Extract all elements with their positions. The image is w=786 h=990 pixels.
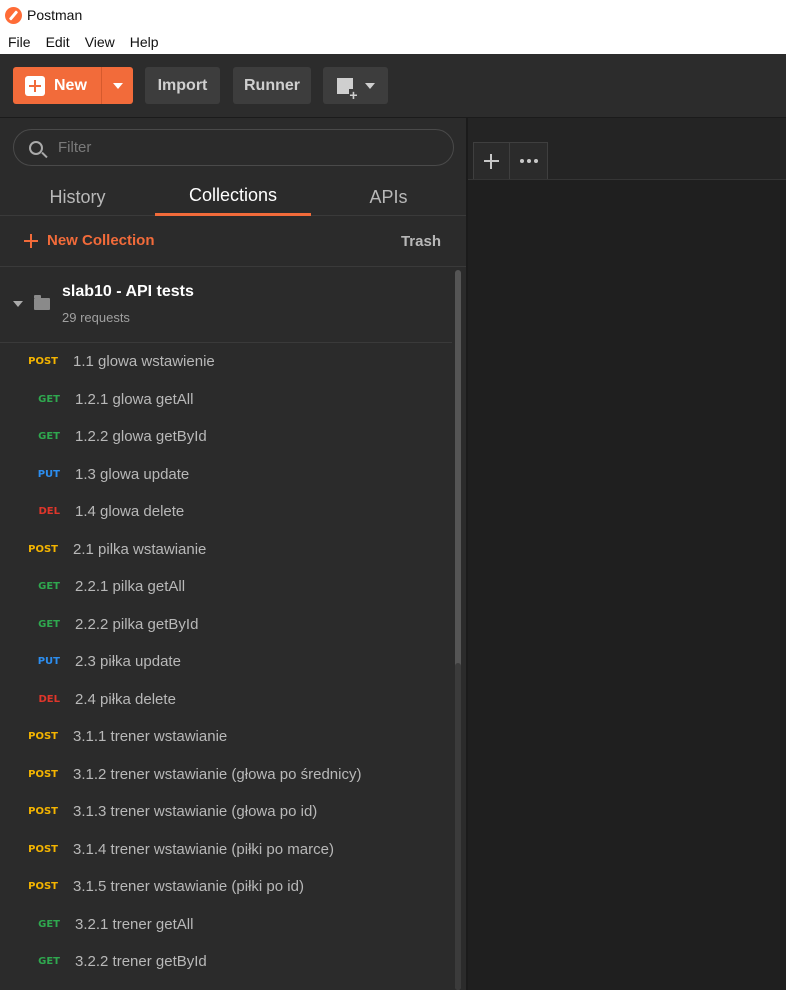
tab-history[interactable]: History [0, 178, 155, 216]
menu-view[interactable]: View [85, 34, 115, 50]
tab-collections[interactable]: Collections [155, 178, 311, 216]
method-badge: POST [28, 543, 58, 555]
more-tabs-button[interactable] [510, 142, 548, 179]
dot-icon [519, 159, 524, 163]
menu-bar: File Edit View Help [0, 30, 786, 54]
sidebar-tabs: History Collections APIs [0, 178, 466, 216]
method-badge: POST [28, 731, 58, 743]
request-name: 3.1.1 trener wstawianie [73, 728, 228, 746]
method-badge: PUT [37, 656, 60, 668]
collection-actions: New Collection Trash [0, 217, 466, 267]
chevron-down-icon [112, 82, 123, 89]
request-item[interactable]: GET 3.2.1 trener getAll [0, 906, 452, 944]
filter-field[interactable] [13, 129, 454, 166]
collection-name: slab10 - API tests [62, 283, 194, 300]
folder-icon [34, 295, 50, 310]
sidebar: History Collections APIs New Collection … [0, 118, 466, 990]
title-bar: Postman [0, 0, 786, 30]
new-button[interactable]: New [13, 67, 133, 104]
collapse-caret-icon[interactable] [13, 301, 23, 307]
request-item[interactable]: POST 3.1.3 trener wstawianie (głowa po id… [0, 793, 452, 831]
request-name: 2.1 pilka wstawianie [73, 540, 207, 558]
request-item[interactable]: GET 1.2.2 glowa getById [0, 418, 452, 456]
toolbar: New Import Runner [0, 54, 786, 118]
request-name: 3.1.2 trener wstawianie (głowa po średni… [73, 765, 362, 783]
request-list: POST 1.1 glowa wstawienie GET 1.2.1 glowa g… [0, 343, 452, 981]
request-item[interactable]: POST 3.1.4 trener wstawianie (piłki po ma… [0, 831, 452, 869]
request-item[interactable]: GET 2.2.1 pilka getAll [0, 568, 452, 606]
dot-icon [526, 159, 531, 163]
request-item[interactable]: POST 3.1.1 trener wstawianie [0, 718, 452, 756]
postman-logo-icon [5, 6, 22, 24]
request-name: 1.1 glowa wstawienie [73, 353, 215, 371]
runner-button[interactable]: Runner [233, 67, 311, 104]
method-badge: DEL [38, 693, 60, 705]
request-name: 1.4 glowa delete [75, 503, 185, 521]
import-button[interactable]: Import [145, 67, 220, 104]
method-badge: POST [28, 881, 58, 893]
request-item[interactable]: GET 3.2.2 trener getById [0, 943, 452, 981]
method-badge: GET [38, 393, 60, 405]
request-name: 3.1.4 trener wstawianie (piłki po marce) [73, 840, 334, 858]
request-item[interactable]: POST 3.1.5 trener wstawianie (piłki po id… [0, 868, 452, 906]
method-badge: GET [38, 956, 60, 968]
tab-apis[interactable]: APIs [311, 178, 466, 216]
request-name: 2.2.1 pilka getAll [75, 578, 186, 596]
request-item[interactable]: GET 1.2.1 glowa getAll [0, 381, 452, 419]
plus-icon [484, 153, 499, 169]
method-badge: GET [38, 918, 60, 930]
window-title: Postman [27, 7, 83, 23]
new-collection-button[interactable]: New Collection [24, 232, 155, 249]
request-item[interactable]: GET 2.2.2 pilka getById [0, 606, 452, 644]
request-item[interactable]: POST 1.1 glowa wstawienie [0, 343, 452, 381]
request-item[interactable]: PUT 1.3 glowa update [0, 456, 452, 494]
request-item[interactable]: POST 2.1 pilka wstawianie [0, 531, 452, 569]
request-tab-bar [468, 118, 786, 180]
method-badge: POST [28, 843, 58, 855]
collection-request-count: 29 requests [62, 310, 130, 325]
sidebar-scrollbar-track[interactable] [455, 663, 461, 990]
method-badge: POST [28, 806, 58, 818]
new-collection-label: New Collection [47, 232, 155, 249]
plus-box-icon [25, 75, 45, 96]
request-name: 3.2.2 trener getById [75, 953, 207, 971]
search-icon [29, 140, 43, 155]
main-area [468, 118, 786, 990]
request-item[interactable]: DEL 2.4 piłka delete [0, 681, 452, 719]
menu-help[interactable]: Help [130, 34, 159, 50]
plus-icon [24, 233, 38, 248]
request-name: 1.3 glowa update [75, 465, 190, 483]
method-badge: GET [38, 431, 60, 443]
request-name: 3.1.3 trener wstawianie (głowa po id) [73, 803, 318, 821]
method-badge: POST [28, 768, 58, 780]
filter-input[interactable] [58, 139, 438, 156]
trash-button[interactable]: Trash [401, 233, 441, 250]
chevron-down-icon [364, 82, 375, 89]
new-dropdown-button[interactable] [102, 82, 133, 89]
new-window-icon [336, 77, 358, 101]
new-button-label: New [54, 76, 87, 94]
request-name: 3.2.1 trener getAll [75, 915, 194, 933]
method-badge: PUT [37, 468, 60, 480]
request-item[interactable]: PUT 2.3 piłka update [0, 643, 452, 681]
menu-file[interactable]: File [8, 34, 31, 50]
method-badge: GET [38, 618, 60, 630]
method-badge: GET [38, 581, 60, 593]
request-name: 2.4 piłka delete [75, 690, 176, 708]
request-name: 2.2.2 pilka getById [75, 615, 199, 633]
request-name: 1.2.2 glowa getById [75, 428, 207, 446]
collection-header[interactable]: slab10 - API tests 29 requests [0, 268, 452, 343]
new-tab-button[interactable] [473, 142, 510, 179]
request-name: 2.3 piłka update [75, 653, 181, 671]
request-item[interactable]: DEL 1.4 glowa delete [0, 493, 452, 531]
menu-edit[interactable]: Edit [46, 34, 70, 50]
new-window-button[interactable] [323, 67, 388, 104]
request-name: 3.1.5 trener wstawianie (piłki po id) [73, 878, 304, 896]
request-item[interactable]: POST 3.1.2 trener wstawianie (głowa po śr… [0, 756, 452, 794]
request-name: 1.2.1 glowa getAll [75, 390, 194, 408]
dot-icon [533, 159, 538, 163]
method-badge: DEL [38, 506, 60, 518]
method-badge: POST [28, 356, 58, 368]
